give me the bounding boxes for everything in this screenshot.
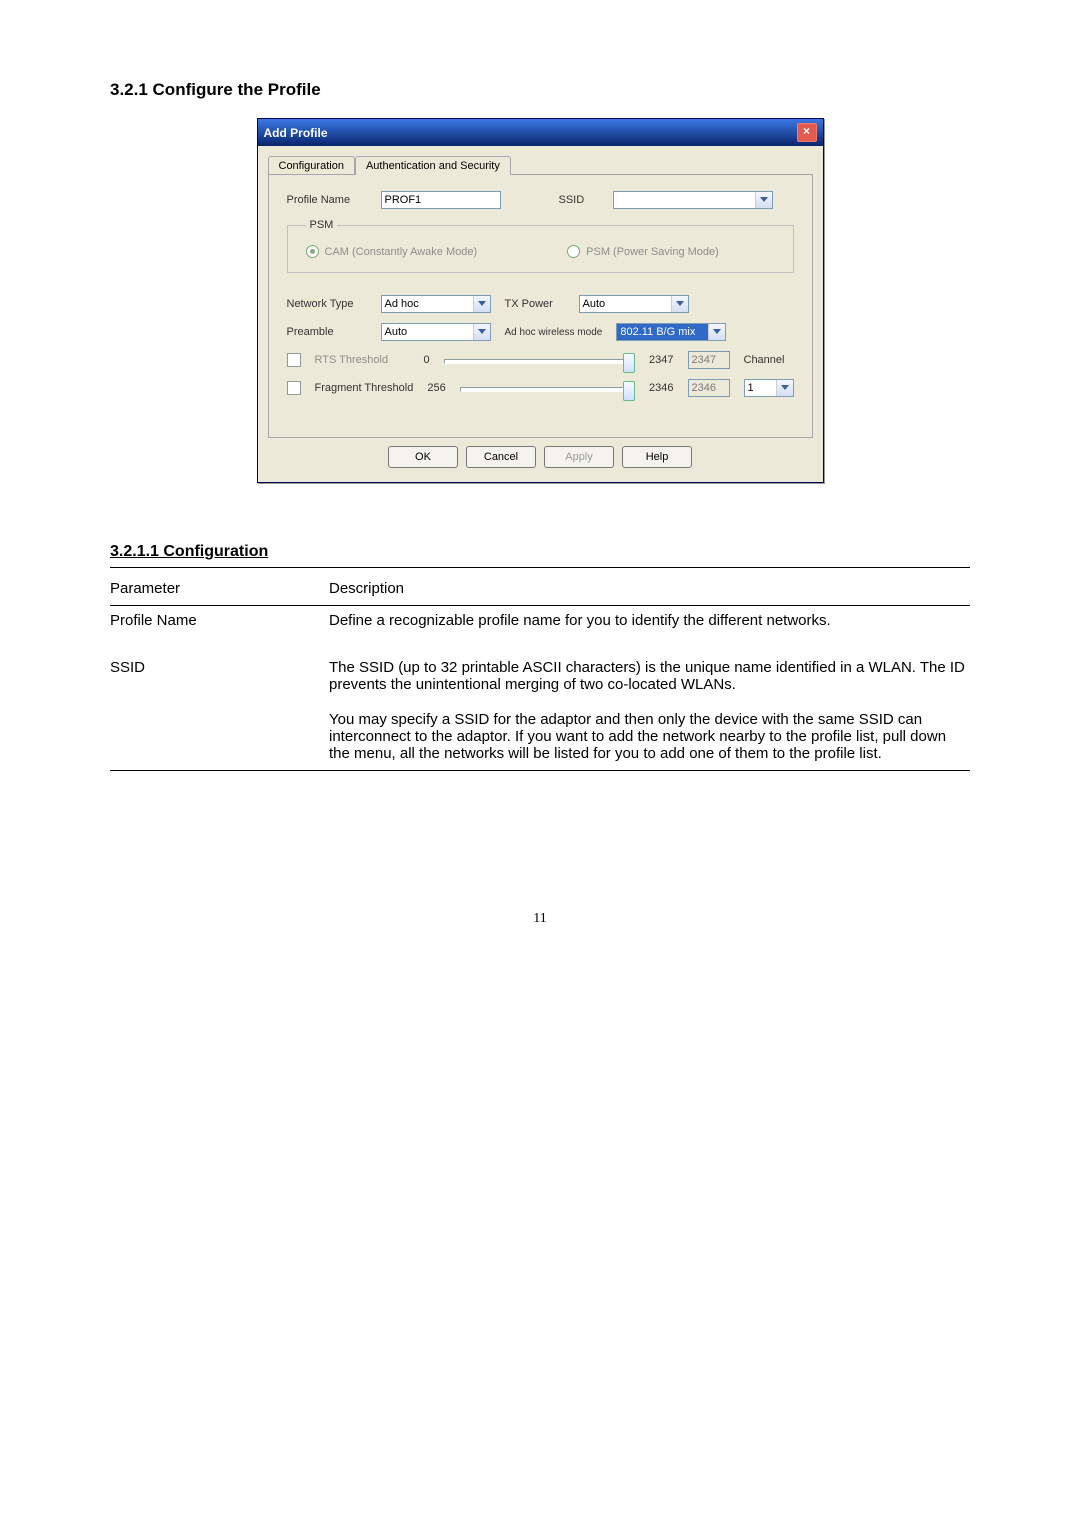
chevron-down-icon [473,324,490,340]
titlebar: Add Profile × [258,119,823,146]
frag-value-box [688,379,730,397]
psm-cam-label: CAM (Constantly Awake Mode) [325,246,478,258]
col-header-parameter: Parameter [110,574,329,606]
desc-para-1: The SSID (up to 32 printable ASCII chara… [329,659,965,693]
apply-button[interactable]: Apply [544,446,614,468]
psm-psm-label: PSM (Power Saving Mode) [586,246,719,258]
adhoc-mode-value: 802.11 B/G mix [620,326,695,338]
network-type-combo[interactable]: Ad hoc [381,295,491,313]
param-cell: SSID [110,637,329,771]
subsection-heading: 3.2.1.1 Configuration [110,543,970,565]
chevron-down-icon [708,324,725,340]
page-number: 11 [110,911,970,927]
rts-slider[interactable] [444,353,635,367]
tab-configuration[interactable]: Configuration [268,156,355,175]
parameter-table: Parameter Description Profile Name Defin… [110,574,970,771]
frag-min: 256 [427,382,445,394]
help-button[interactable]: Help [622,446,692,468]
cancel-button[interactable]: Cancel [466,446,536,468]
tx-power-label: TX Power [505,298,565,310]
desc-cell: The SSID (up to 32 printable ASCII chara… [329,637,970,771]
param-cell: Profile Name [110,606,329,638]
chevron-down-icon [776,380,793,396]
psm-legend: PSM [306,219,338,231]
tab-strip: Configuration Authentication and Securit… [268,156,813,175]
rule-top [110,567,970,568]
ssid-label: SSID [559,194,599,206]
adhoc-mode-label: Ad hoc wireless mode [505,327,603,338]
channel-label: Channel [744,354,794,366]
tab-auth-security[interactable]: Authentication and Security [355,156,511,175]
frag-checkbox[interactable] [287,381,301,395]
profile-name-label: Profile Name [287,194,367,206]
rts-value-box [688,351,730,369]
chevron-down-icon [473,296,490,312]
network-type-label: Network Type [287,298,367,310]
rts-min: 0 [424,354,430,366]
psm-group: PSM CAM (Constantly Awake Mode) PSM (Pow… [287,219,794,273]
section-heading: 3.2.1 Configure the Profile [110,80,970,100]
dialog-title: Add Profile [264,126,328,140]
frag-val: 2346 [649,382,673,394]
desc-cell: Define a recognizable profile name for y… [329,606,970,638]
table-row: SSID The SSID (up to 32 printable ASCII … [110,637,970,771]
rts-val: 2347 [649,354,673,366]
table-row: Profile Name Define a recognizable profi… [110,606,970,638]
ok-button[interactable]: OK [388,446,458,468]
preamble-value: Auto [385,326,408,338]
col-header-description: Description [329,574,970,606]
chevron-down-icon [755,192,772,208]
tx-power-value: Auto [583,298,606,310]
ssid-combo[interactable] [613,191,773,209]
frag-slider[interactable] [460,381,635,395]
profile-name-input[interactable] [381,191,501,209]
preamble-label: Preamble [287,326,367,338]
chevron-down-icon [671,296,688,312]
psm-psm-radio[interactable]: PSM (Power Saving Mode) [567,245,719,258]
channel-combo[interactable]: 1 [744,379,794,397]
network-type-value: Ad hoc [385,298,419,310]
add-profile-dialog: Add Profile × Configuration Authenticati… [257,118,824,483]
frag-label: Fragment Threshold [315,382,414,394]
tx-power-combo[interactable]: Auto [579,295,689,313]
close-icon[interactable]: × [797,123,817,142]
desc-para-2: You may specify a SSID for the adaptor a… [329,711,946,762]
rts-checkbox[interactable] [287,353,301,367]
psm-cam-radio[interactable]: CAM (Constantly Awake Mode) [306,245,478,258]
rts-label: RTS Threshold [315,354,410,366]
channel-value: 1 [748,382,754,394]
preamble-combo[interactable]: Auto [381,323,491,341]
adhoc-mode-combo[interactable]: 802.11 B/G mix [616,323,726,341]
